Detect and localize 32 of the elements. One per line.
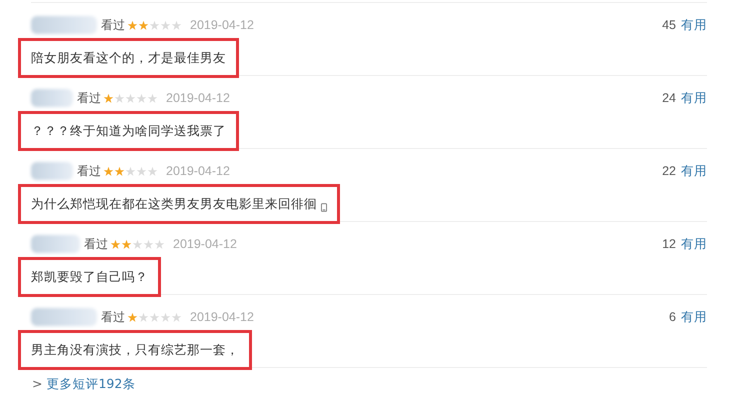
comment-text: ？？？终于知道为啥同学送我票了 xyxy=(31,122,226,140)
comment-text: 为什么郑恺现在都在这类男友男友电影里来回徘徊 xyxy=(31,196,317,212)
comment-text: 郑凯要毁了自己吗？ xyxy=(31,268,148,286)
watched-label: 看过 xyxy=(77,90,101,106)
useful-link[interactable]: 有用 xyxy=(681,236,707,252)
comment-date: 2019-04-12 xyxy=(166,164,230,178)
vote-count: 12 xyxy=(662,237,676,251)
watched-label: 看过 xyxy=(101,16,125,34)
watched-label: 看过 xyxy=(77,162,101,180)
arrow-text: > xyxy=(32,376,42,393)
comment-date: 2019-04-12 xyxy=(166,91,230,105)
blurred-username xyxy=(31,308,97,326)
useful-link[interactable]: 有用 xyxy=(681,308,707,326)
watched-label: 看过 xyxy=(84,236,108,252)
vote-count: 6 xyxy=(669,310,676,324)
more-comments-link[interactable]: 更多短评192条 xyxy=(46,376,136,393)
blurred-username xyxy=(31,16,97,34)
useful-link[interactable]: 有用 xyxy=(681,16,707,34)
blurred-username xyxy=(31,162,73,180)
blurred-username xyxy=(31,235,80,253)
comment-date: 2019-04-12 xyxy=(173,237,237,251)
vote-count: 22 xyxy=(662,164,676,178)
watched-label: 看过 xyxy=(101,308,125,326)
useful-link[interactable]: 有用 xyxy=(681,90,707,106)
vote-count: 45 xyxy=(662,18,676,32)
useful-link[interactable]: 有用 xyxy=(681,162,707,180)
comment-text: 陪女朋友看这个的，才是最佳男友 xyxy=(31,50,226,66)
comment-text: 男主角没有演技，只有综艺那一套， xyxy=(31,342,239,358)
comment-date: 2019-04-12 xyxy=(190,310,254,324)
vote-count: 24 xyxy=(662,91,676,105)
blurred-username xyxy=(31,89,73,107)
comment-date: 2019-04-12 xyxy=(190,18,254,32)
